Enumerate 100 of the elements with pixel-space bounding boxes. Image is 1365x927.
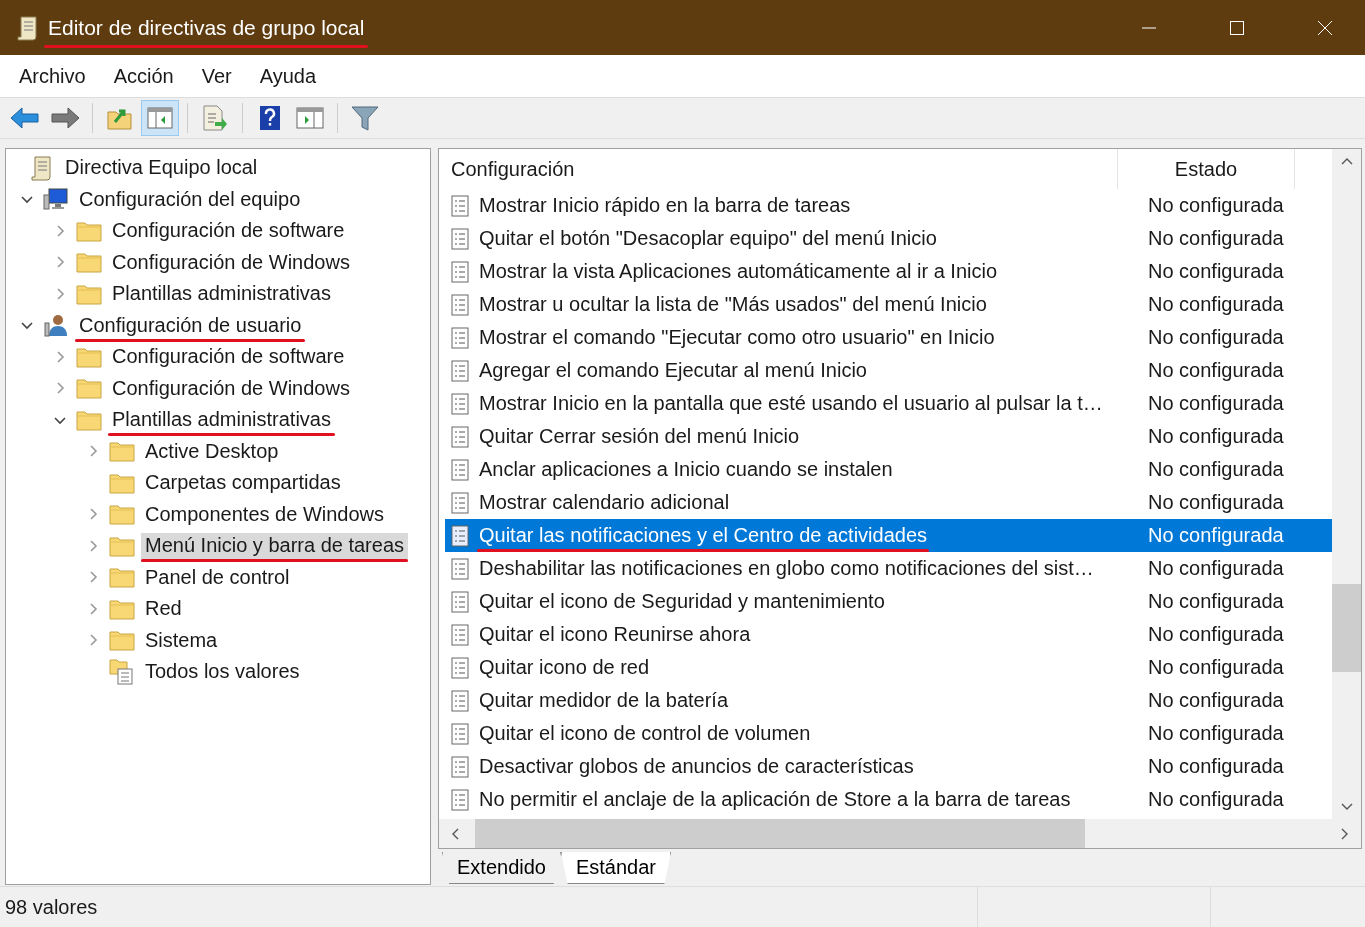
horizontal-scrollbar[interactable] bbox=[439, 819, 1361, 848]
scroll-thumb[interactable] bbox=[1332, 584, 1361, 672]
list-row[interactable]: Mostrar Inicio en la pantalla que esté usando el usuario al pulsar la t… No configurada bbox=[445, 387, 1332, 420]
folder-icon bbox=[108, 629, 135, 652]
folder-icon bbox=[75, 408, 102, 431]
chevron-left-icon[interactable] bbox=[451, 827, 459, 840]
folder-icon bbox=[75, 282, 102, 305]
list-row[interactable]: Quitar el icono de Seguridad y mantenimiento No configurada bbox=[445, 585, 1332, 618]
setting-page-icon bbox=[451, 194, 469, 217]
setting-page-icon bbox=[451, 524, 469, 547]
state-text: No configurada bbox=[1147, 656, 1284, 679]
list-row[interactable]: Desactivar globos de anuncios de características No configurada bbox=[445, 750, 1332, 783]
list-row[interactable]: Anclar aplicaciones a Inicio cuando se instalen No configurada bbox=[445, 453, 1332, 486]
state-text: No configurada bbox=[1147, 359, 1284, 382]
window-title: Editor de directivas de grupo local bbox=[48, 15, 365, 39]
vertical-scrollbar[interactable] bbox=[1332, 149, 1361, 819]
folder-icon bbox=[108, 534, 135, 557]
tree-item[interactable]: Configuración de software bbox=[108, 218, 349, 248]
state-text: No configurada bbox=[1147, 689, 1284, 712]
computer-icon bbox=[42, 187, 69, 212]
chevron-up-icon[interactable] bbox=[1340, 157, 1353, 165]
tree-item[interactable]: Red bbox=[141, 596, 186, 626]
tree-item[interactable]: Configuración del equipo bbox=[75, 186, 305, 216]
filter-icon bbox=[351, 105, 379, 131]
tree-item[interactable]: Directiva Equipo local bbox=[61, 155, 262, 185]
chevron-down-icon[interactable] bbox=[1340, 803, 1353, 811]
list-row[interactable]: Quitar Cerrar sesión del menú Inicio No configurada bbox=[445, 420, 1332, 453]
tree-item[interactable]: Menú Inicio y barra de tareas bbox=[141, 533, 409, 563]
column-header[interactable]: Configuración bbox=[445, 149, 1118, 189]
setting-name: Quitar el icono de Seguridad y mantenimiento bbox=[478, 589, 886, 614]
view-tab[interactable]: Extendido bbox=[442, 852, 561, 884]
setting-page-icon bbox=[451, 326, 469, 349]
tree-item[interactable]: Panel de control bbox=[141, 564, 294, 594]
view-tab[interactable]: Estándar bbox=[560, 852, 672, 884]
list-row[interactable]: Mostrar la vista Aplicaciones automáticamente al ir a Inicio No configurada bbox=[445, 255, 1332, 288]
tree-item[interactable]: Carpetas compartidas bbox=[141, 470, 345, 500]
tree-item[interactable]: Active Desktop bbox=[141, 438, 283, 468]
list-row[interactable]: Quitar medidor de la batería No configurada bbox=[445, 684, 1332, 717]
list-row[interactable]: Mostrar calendario adicional No configurada bbox=[445, 486, 1332, 519]
folder-icon bbox=[108, 471, 135, 494]
menu-item[interactable]: Ayuda bbox=[259, 64, 317, 88]
panel-icon bbox=[296, 107, 324, 129]
setting-name: Mostrar la vista Aplicaciones automáticamente al ir a Inicio bbox=[478, 259, 998, 284]
setting-page-icon bbox=[451, 689, 469, 712]
setting-page-icon bbox=[451, 293, 469, 316]
list-row[interactable]: Quitar el icono de control de volumen No configurada bbox=[445, 717, 1332, 750]
state-text: No configurada bbox=[1147, 392, 1284, 415]
export-list-icon bbox=[202, 105, 228, 131]
column-header[interactable]: Estado bbox=[1118, 149, 1295, 189]
setting-page-icon bbox=[451, 425, 469, 448]
tree-item[interactable]: Sistema bbox=[141, 627, 222, 657]
menu-item[interactable]: Acción bbox=[113, 64, 174, 88]
tree-item[interactable]: Configuración de Windows bbox=[108, 249, 354, 279]
setting-name: Mostrar calendario adicional bbox=[478, 490, 731, 515]
state-text: No configurada bbox=[1147, 722, 1284, 745]
tree-item[interactable]: Plantillas administrativas bbox=[108, 281, 335, 311]
arrow-left-icon bbox=[10, 107, 40, 129]
setting-page-icon bbox=[451, 359, 469, 382]
folder-icon bbox=[108, 597, 135, 620]
setting-name: Mostrar u ocultar la lista de "Más usados" del menú Inicio bbox=[478, 292, 988, 317]
list-row[interactable]: Quitar icono de red No configurada bbox=[445, 651, 1332, 684]
status-text: 98 valores bbox=[4, 895, 99, 919]
list-row[interactable]: Mostrar el comando "Ejecutar como otro usuario" en Inicio No configurada bbox=[445, 321, 1332, 354]
arrow-right-icon bbox=[50, 107, 80, 129]
tree-item[interactable]: Configuración de Windows bbox=[108, 375, 354, 405]
folder-list-icon bbox=[108, 658, 135, 685]
state-text: No configurada bbox=[1147, 557, 1284, 580]
list-row[interactable]: Deshabilitar las notificaciones en globo como notificaciones del sist… No configurada bbox=[445, 552, 1332, 585]
folder-icon bbox=[108, 566, 135, 589]
folder-icon bbox=[108, 440, 135, 463]
state-text: No configurada bbox=[1147, 326, 1284, 349]
list-row[interactable]: Quitar el botón "Desacoplar equipo" del menú Inicio No configurada bbox=[445, 222, 1332, 255]
setting-page-icon bbox=[451, 788, 469, 811]
menu-item[interactable]: Archivo bbox=[19, 64, 86, 88]
tree-item[interactable]: Todos los valores bbox=[141, 659, 304, 689]
chevron-right-icon[interactable] bbox=[1341, 827, 1349, 840]
setting-name: Agregar el comando Ejecutar al menú Inicio bbox=[478, 358, 868, 383]
setting-name: Quitar icono de red bbox=[478, 655, 651, 680]
list-row[interactable]: Mostrar Inicio rápido en la barra de tareas No configurada bbox=[445, 189, 1332, 222]
setting-page-icon bbox=[451, 623, 469, 646]
list-row[interactable]: Agregar el comando Ejecutar al menú Inicio No configurada bbox=[445, 354, 1332, 387]
list-row[interactable]: No permitir el anclaje de la aplicación de Store a la barra de tareas No configurada bbox=[445, 783, 1332, 816]
menu-item[interactable]: Ver bbox=[201, 64, 232, 88]
tree-item[interactable]: Plantillas administrativas bbox=[108, 407, 335, 437]
setting-name: Deshabilitar las notificaciones en globo como notificaciones del sist… bbox=[478, 556, 1095, 581]
list-row[interactable]: Quitar el icono Reunirse ahora No configurada bbox=[445, 618, 1332, 651]
tree-item[interactable]: Componentes de Windows bbox=[141, 501, 388, 531]
setting-page-icon bbox=[451, 227, 469, 250]
tree-item[interactable]: Configuración de software bbox=[108, 344, 349, 374]
setting-name: Anclar aplicaciones a Inicio cuando se instalen bbox=[478, 457, 894, 482]
list-row[interactable]: Quitar las notificaciones y el Centro de actividades No configurada bbox=[445, 519, 1332, 552]
state-text: No configurada bbox=[1147, 788, 1284, 811]
scroll-thumb[interactable] bbox=[475, 819, 1085, 848]
setting-name: Desactivar globos de anuncios de características bbox=[478, 754, 915, 779]
state-text: No configurada bbox=[1147, 458, 1284, 481]
list-row[interactable]: Mostrar u ocultar la lista de "Más usados" del menú Inicio No configurada bbox=[445, 288, 1332, 321]
setting-page-icon bbox=[451, 458, 469, 481]
tree-item[interactable]: Configuración de usuario bbox=[75, 312, 306, 342]
setting-name: Quitar medidor de la batería bbox=[478, 688, 730, 713]
folder-icon bbox=[108, 503, 135, 526]
